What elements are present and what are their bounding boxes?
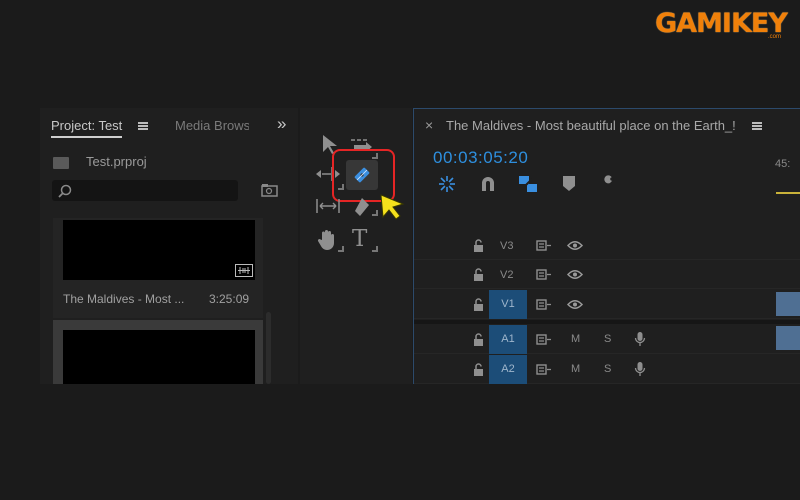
close-sequence-icon[interactable]: × xyxy=(425,117,433,133)
ripple-edit-tool-button[interactable] xyxy=(346,160,378,190)
playhead-timecode[interactable]: 00:03:05:20 xyxy=(433,148,528,168)
track-target-v1[interactable]: V1 xyxy=(489,290,527,319)
toggle-sync-lock-icon[interactable] xyxy=(536,364,552,375)
empty-workspace-area xyxy=(0,384,800,500)
add-marker-icon[interactable] xyxy=(562,175,576,193)
slip-tool-icon[interactable] xyxy=(316,197,340,215)
mute-track-a1[interactable]: M xyxy=(571,333,580,345)
voice-over-record-mic-icon[interactable] xyxy=(634,331,646,347)
tool-flyout-marker xyxy=(372,246,378,252)
search-input[interactable] xyxy=(52,180,238,201)
tab-media-browser[interactable]: Media Brows xyxy=(175,118,249,133)
project-scrollbar[interactable] xyxy=(266,312,271,384)
project-panel-menu-icon[interactable] xyxy=(138,122,148,130)
snap-magnet-icon[interactable] xyxy=(479,175,497,193)
type-tool-icon[interactable]: T xyxy=(352,226,367,252)
project-item-duration: 3:25:09 xyxy=(209,292,250,306)
lock-track-icon[interactable] xyxy=(473,298,484,311)
track-row-v2 xyxy=(414,260,800,289)
pen-tool-icon[interactable] xyxy=(352,196,372,218)
lock-track-icon[interactable] xyxy=(473,268,484,281)
video-audio-divider xyxy=(414,320,800,324)
project-file-icon xyxy=(53,157,69,169)
time-ruler-label: 45: xyxy=(775,158,791,170)
video-clip-v1[interactable] xyxy=(776,292,800,316)
solo-track-a2[interactable]: S xyxy=(604,363,611,375)
hand-tool-icon[interactable] xyxy=(316,228,340,252)
new-bin-icon[interactable] xyxy=(261,183,278,197)
voice-over-record-mic-icon[interactable] xyxy=(634,361,646,377)
tab-project[interactable]: Project: Test xyxy=(51,118,123,138)
track-target-a2[interactable]: A2 xyxy=(489,355,527,384)
toggle-sync-lock-icon[interactable] xyxy=(536,240,552,251)
toggle-track-output-eye-icon[interactable] xyxy=(567,240,583,251)
project-file-name: Test.prproj xyxy=(86,154,147,169)
toggle-track-output-eye-icon[interactable] xyxy=(567,269,583,280)
track-target-a1[interactable]: A1 xyxy=(489,325,527,354)
search-icon xyxy=(58,184,72,198)
lock-track-icon[interactable] xyxy=(473,239,484,252)
tool-flyout-marker xyxy=(338,184,344,190)
track-row-v1 xyxy=(414,290,800,319)
project-item-thumbnail xyxy=(63,220,255,280)
track-row-v3 xyxy=(414,231,800,260)
razor-blade-icon xyxy=(354,167,370,183)
panel-overflow-icon[interactable]: » xyxy=(277,114,286,134)
toggle-sync-lock-icon[interactable] xyxy=(536,334,552,345)
solo-track-a1[interactable]: S xyxy=(604,333,611,345)
project-item-thumbnail-2 xyxy=(63,330,255,384)
work-area-bar[interactable] xyxy=(776,192,800,194)
lock-track-icon[interactable] xyxy=(473,333,484,346)
track-label-v3[interactable]: V3 xyxy=(500,240,513,252)
audio-video-badge-icon xyxy=(235,264,253,277)
sequence-tab-title[interactable]: The Maldives - Most beautiful place on t… xyxy=(446,118,736,133)
project-item-name: The Maldives - Most ... xyxy=(63,292,185,306)
tool-flyout-marker xyxy=(338,246,344,252)
toggle-sync-lock-icon[interactable] xyxy=(536,269,552,280)
linked-selection-icon[interactable] xyxy=(518,175,538,193)
timeline-settings-wrench-icon[interactable] xyxy=(598,173,618,193)
nest-sequence-icon[interactable] xyxy=(437,174,457,194)
logo-suffix: .com xyxy=(768,34,782,40)
mute-track-a2[interactable]: M xyxy=(571,363,580,375)
yellow-pointer-cursor-icon xyxy=(380,194,405,220)
tool-flyout-marker xyxy=(372,153,378,159)
lock-track-icon[interactable] xyxy=(473,363,484,376)
audio-clip-a1[interactable] xyxy=(776,326,800,350)
toggle-track-output-eye-icon[interactable] xyxy=(567,299,583,310)
track-label-v2[interactable]: V2 xyxy=(500,269,513,281)
timeline-panel-menu-icon[interactable] xyxy=(752,122,762,130)
toggle-sync-lock-icon[interactable] xyxy=(536,299,552,310)
